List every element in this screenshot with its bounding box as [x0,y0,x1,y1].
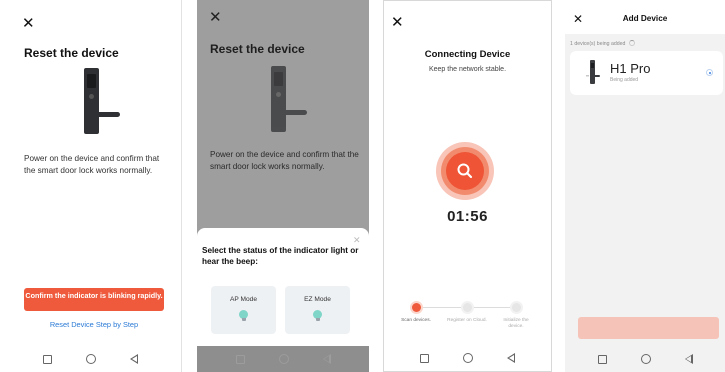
recents-icon[interactable] [597,354,607,364]
top-bar: ✕ Add Device [565,0,725,34]
back-icon[interactable] [684,354,693,364]
ez-mode-label: EZ Mode [304,296,331,303]
instruction-text: Power on the device and confirm that the… [24,154,160,175]
step-dot-scan [412,303,421,312]
status-row: 1 device(s) being added [570,40,635,47]
recents-icon[interactable] [420,353,429,363]
door-lock-image [259,66,319,136]
recents-icon[interactable] [43,354,52,364]
device-card[interactable]: H1 Pro Being added [570,51,723,95]
device-status: Being added [610,77,639,83]
system-nav-bar [565,346,725,372]
step-label-scan: Scan devices. [401,318,431,323]
close-icon[interactable]: ✕ [391,15,404,30]
connecting-device-screen: ✕ Connecting Device Keep the network sta… [383,0,552,372]
adding-status-text: 1 device(s) being added [570,41,626,47]
device-name: H1 Pro [610,61,651,76]
page-subtitle: Keep the network stable. [428,66,507,73]
home-icon[interactable] [86,354,96,364]
step-dot-register [463,303,472,312]
system-nav-bar [384,345,551,371]
system-nav-bar [197,346,369,372]
back-icon[interactable] [130,354,138,364]
ap-mode-option[interactable]: AP Mode [211,286,276,334]
close-icon[interactable]: ✕ [22,16,35,31]
recents-icon[interactable] [235,354,245,364]
back-icon[interactable] [322,354,331,364]
home-icon[interactable] [463,353,473,363]
bulb-icon [239,310,248,321]
sheet-title: Select the status of the indicator light… [202,246,359,266]
indicator-status-screen: ✕ Reset the device Power on the device a… [197,0,369,372]
ap-mode-label: AP Mode [229,296,257,303]
door-lock-icon [586,60,600,84]
step-label-initialize: Initialize the device. [503,318,529,329]
page-title: Reset the device [210,42,305,56]
page-title: Connecting Device [424,49,511,60]
countdown-timer: 01:56 [447,208,488,225]
bulb-icon [313,310,322,321]
page-title: Add Device [622,14,668,23]
page-title: Reset the device [24,46,119,60]
searching-indicator [436,142,494,200]
back-icon[interactable] [507,353,515,363]
system-nav-bar [0,346,181,372]
home-icon[interactable] [640,354,651,364]
reset-step-by-step-link[interactable]: Reset Device Step by Step [24,320,164,329]
home-icon[interactable] [278,354,289,364]
search-icon [457,163,473,179]
loading-indicator-icon [706,69,713,76]
confirm-blinking-button[interactable]: Confirm the indicator is blinking rapidl… [24,288,164,311]
door-lock-image [72,68,132,138]
step-label-register: Register on Cloud. [447,318,487,323]
step-dot-initialize [512,303,521,312]
instruction-text: Power on the device and confirm that the… [210,150,359,171]
done-button[interactable] [578,317,719,339]
add-device-screen: ✕ Add Device 1 device(s) being added H1 … [565,0,725,372]
close-icon[interactable]: ✕ [209,10,222,25]
reset-device-screen: ✕ Reset the device Power on the device a… [0,0,182,372]
ez-mode-option[interactable]: EZ Mode [285,286,350,334]
indicator-status-sheet: ✕ Select the status of the indicator lig… [197,228,369,346]
loading-spinner-icon [628,40,635,46]
